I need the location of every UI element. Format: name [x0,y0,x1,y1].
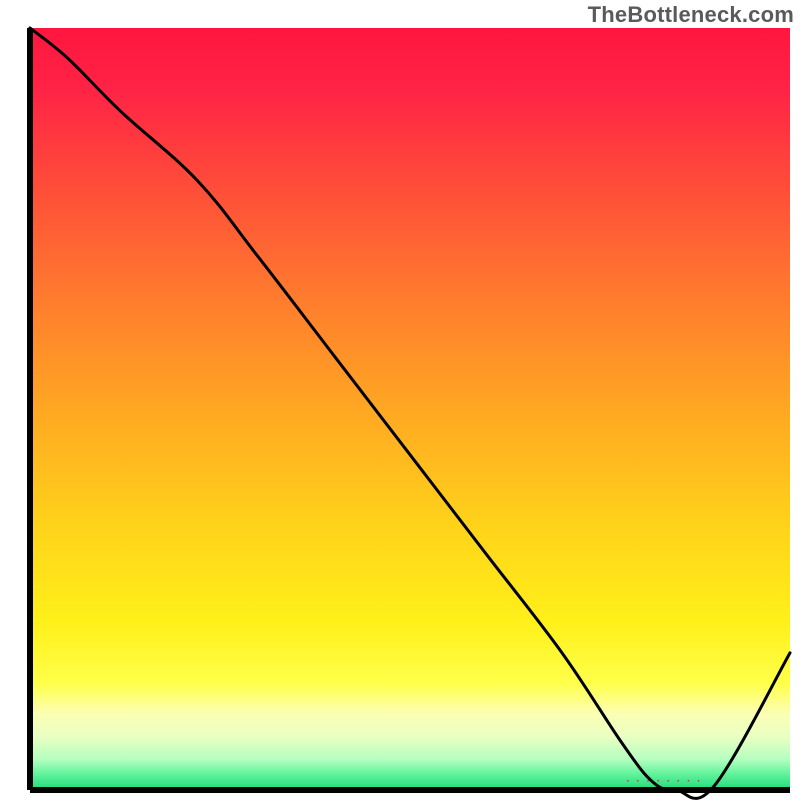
gradient-background [30,28,790,790]
min-marker: · · · · · · · · [626,776,702,787]
chart-stage: TheBottleneck.com · · · · · · · · [0,0,800,800]
plot-group [30,28,790,798]
chart-canvas [0,0,800,800]
